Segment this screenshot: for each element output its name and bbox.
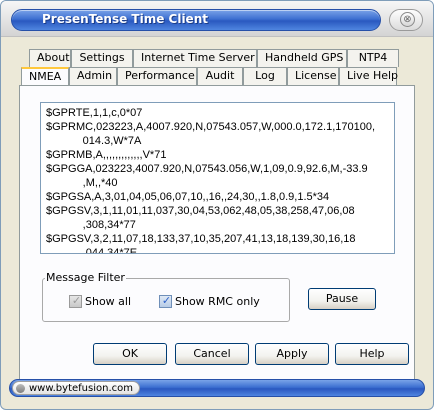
tab-nmea[interactable]: NMEA: [21, 67, 69, 85]
help-button[interactable]: Help: [335, 343, 409, 365]
status-orb-icon: [16, 384, 25, 393]
cancel-button[interactable]: Cancel: [175, 343, 249, 365]
tab-about[interactable]: About: [29, 49, 71, 67]
tab-row-bottom: NMEA Admin Performance Audit Log License…: [21, 67, 398, 85]
app-window: PresenTense Time Client ⊗ About Settings…: [0, 0, 434, 410]
nmea-line: ,044,34*7E: [46, 247, 138, 254]
show-all-label: Show all: [85, 295, 132, 308]
close-icon: ⊗: [400, 12, 415, 27]
title-bar[interactable]: PresenTense Time Client ⊗: [1, 1, 433, 37]
window-title: PresenTense Time Client: [42, 12, 208, 26]
nmea-line: $GPRMC,023223,A,4007.920,N,07543.057,W,0…: [46, 121, 376, 133]
tab-live-help[interactable]: Live Help: [339, 67, 398, 85]
tab-admin[interactable]: Admin: [69, 67, 117, 85]
pause-button[interactable]: Pause: [308, 288, 376, 310]
tab-row-top: About Settings Internet Time Server Hand…: [29, 49, 399, 67]
tab-performance[interactable]: Performance: [117, 67, 197, 85]
nmea-line: ,308,34*77: [46, 219, 136, 231]
show-all-check-icon: ✓: [69, 294, 82, 308]
nmea-line: $GPGGA,023223,4007.920,N,07543.056,W,1,0…: [46, 163, 368, 175]
message-filter-group: Message Filter ✓ Show all ✓ Show RMC onl…: [42, 271, 290, 322]
status-bar: www.bytefusion.com: [9, 379, 425, 397]
nmea-line: $GPRTE,1,1,c,0*07: [46, 107, 143, 119]
show-rmc-only-label: Show RMC only: [175, 295, 260, 308]
nmea-tab-panel: $GPRTE,1,1,c,0*07 $GPRMC,023223,A,4007.9…: [19, 85, 415, 385]
tab-audit[interactable]: Audit: [197, 67, 243, 85]
tab-license[interactable]: License: [287, 67, 339, 85]
close-button[interactable]: ⊗: [389, 9, 423, 31]
ok-button[interactable]: OK: [93, 343, 167, 365]
tab-settings[interactable]: Settings: [71, 49, 133, 67]
nmea-line: $GPGSV,3,2,11,07,18,133,37,10,35,207,41,…: [46, 233, 356, 245]
website-link[interactable]: www.bytefusion.com: [12, 381, 140, 395]
nmea-line: $GPRMB,A,,,,,,,,,,,,,V*71: [46, 149, 167, 161]
nmea-line: $GPGSV,3,1,11,01,11,037,30,04,53,062,48,…: [46, 205, 355, 217]
tab-log[interactable]: Log: [243, 67, 287, 85]
nmea-output-textbox[interactable]: $GPRTE,1,1,c,0*07 $GPRMC,023223,A,4007.9…: [40, 102, 395, 254]
show-all-checkbox[interactable]: ✓ Show all: [69, 294, 132, 308]
nmea-line: $GPGSA,A,3,01,04,05,06,07,10,,16,,24,30,…: [46, 191, 330, 203]
tab-ntp4[interactable]: NTP4: [347, 49, 399, 67]
show-rmc-only-check-icon: ✓: [159, 294, 172, 308]
nmea-line: ,M,,*40: [46, 177, 118, 189]
tab-handheld-gps[interactable]: Handheld GPS: [257, 49, 347, 67]
website-url: www.bytefusion.com: [29, 383, 133, 394]
tab-internet-time-server[interactable]: Internet Time Server: [133, 49, 257, 67]
apply-button[interactable]: Apply: [255, 343, 329, 365]
title-pill: PresenTense Time Client: [11, 9, 381, 31]
nmea-line: 014.3,W*7A: [46, 135, 142, 147]
message-filter-label: Message Filter: [45, 271, 126, 284]
show-rmc-only-checkbox[interactable]: ✓ Show RMC only: [159, 294, 260, 308]
